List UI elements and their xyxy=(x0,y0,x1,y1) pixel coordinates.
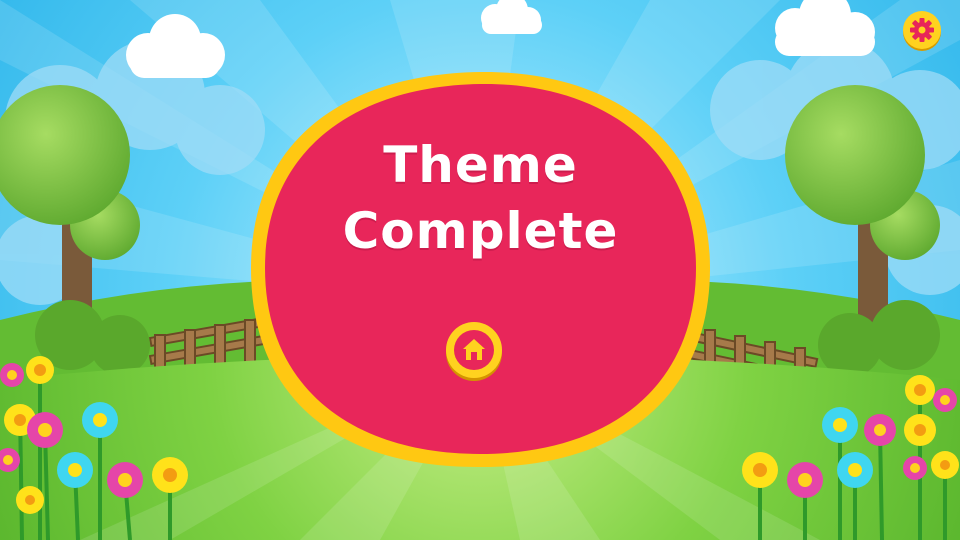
settings-button[interactable] xyxy=(903,11,941,49)
home-icon xyxy=(454,330,494,370)
game-scene: Theme Complete xyxy=(0,0,960,540)
title-text: Theme Complete xyxy=(342,136,619,260)
badge-shape xyxy=(251,71,710,468)
theme-complete-badge: Theme Complete xyxy=(248,68,713,471)
home-button[interactable] xyxy=(446,322,502,378)
gear-icon xyxy=(910,18,934,42)
